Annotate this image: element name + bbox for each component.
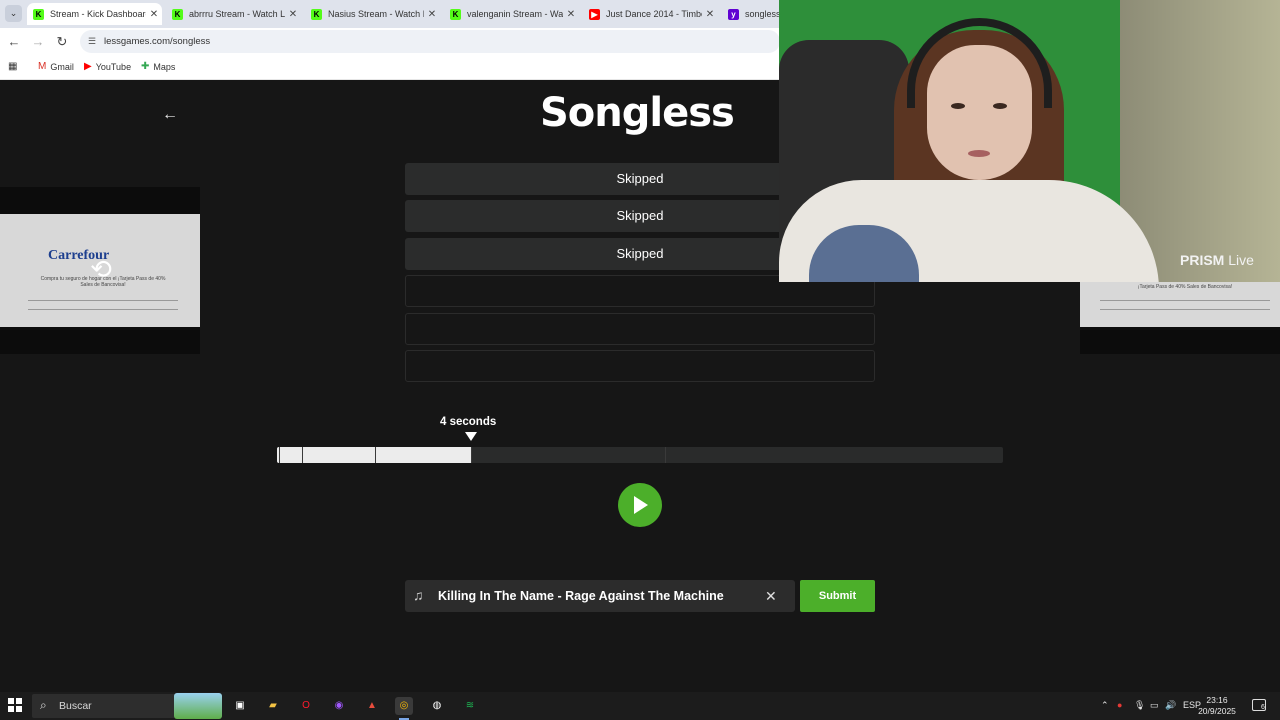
kick-icon: K	[33, 8, 44, 20]
close-tab-icon[interactable]: ✕	[702, 9, 718, 20]
prism-live-watermark: PRISM Live	[1180, 252, 1254, 268]
tab-title: Stream - Kick Dashboard	[50, 9, 146, 19]
ad-reload-icon[interactable]: ⟲	[87, 255, 115, 283]
webcam-overlay: PRISM Live	[779, 0, 1280, 282]
search-icon: ⌕	[40, 698, 47, 712]
ad-tagline: ¡Tarjeta Pass de 40% Sales de Bancovisa!	[1137, 284, 1233, 290]
ad-fine-print	[1100, 300, 1270, 310]
close-tab-icon[interactable]: ✕	[146, 9, 162, 20]
windows-start-icon[interactable]	[8, 698, 22, 712]
close-tab-icon[interactable]: ✕	[424, 9, 440, 20]
tab-nasius-stream[interactable]: K Nasius Stream - Watch Live on Kick ✕	[305, 3, 440, 25]
kick-icon: K	[450, 8, 461, 20]
play-button[interactable]	[618, 483, 662, 527]
submit-button[interactable]: Submit	[800, 580, 875, 612]
kick-icon: K	[172, 8, 183, 20]
tab-search-dropdown-icon[interactable]: ⌄	[5, 5, 22, 22]
notification-count: 6	[1261, 704, 1265, 711]
forward-icon[interactable]: →	[29, 33, 47, 51]
microphone-icon[interactable]: 🎙	[1134, 700, 1145, 711]
webcam-mouth	[968, 150, 990, 157]
tab-title: abrrru Stream - Watch Live on Kick	[189, 9, 285, 19]
tab-just-dance-timber[interactable]: ▶ Just Dance 2014 - Timber ✕	[583, 3, 718, 25]
windows-taskbar: ⌕ Buscar ▣ ▰ O ◉ ▲ ◎ ◍ ≋ ⌃ ● 🎙 ▭ 🔊 ESP 2…	[0, 692, 1280, 720]
clear-icon[interactable]: ✕	[765, 588, 777, 605]
clip-segment-divider	[375, 447, 376, 463]
gmail-icon: M	[38, 61, 47, 72]
app-icon[interactable]: ▲	[363, 697, 381, 715]
clip-segment-divider	[665, 447, 666, 463]
reload-icon[interactable]: ↻	[53, 33, 71, 51]
spotify-icon[interactable]: ≋	[461, 697, 479, 715]
clip-progress-track	[277, 447, 1003, 463]
chrome-icon[interactable]: ◎	[395, 697, 413, 720]
file-explorer-icon[interactable]: ▰	[264, 697, 282, 715]
clip-progress-fill	[277, 447, 471, 463]
tab-valenganin-stream[interactable]: K valenganin Stream - Watch Live on Kick…	[444, 3, 579, 25]
tab-abrrru-stream[interactable]: K abrrru Stream - Watch Live on Kick ✕	[166, 3, 301, 25]
obs-icon[interactable]: ◍	[428, 697, 446, 715]
apps-grid-icon[interactable]: ▦	[8, 61, 21, 72]
recording-icon[interactable]: ●	[1117, 700, 1122, 710]
headset-icon	[907, 18, 1052, 108]
play-icon	[634, 496, 648, 514]
ad-fine-print	[28, 300, 178, 310]
address-bar[interactable]: ☰ lessgames.com/songless	[80, 30, 780, 53]
chevron-up-icon[interactable]: ⌃	[1101, 700, 1109, 711]
music-note-icon: ♫	[413, 587, 424, 603]
back-icon[interactable]: ←	[5, 33, 23, 51]
answer-value: Killing In The Name - Rage Against The M…	[438, 589, 724, 603]
guess-row-empty	[405, 350, 875, 382]
kick-icon: K	[311, 8, 322, 20]
tab-title: songless game	[745, 9, 782, 19]
bookmark-youtube[interactable]: ▶ YouTube	[84, 61, 131, 72]
answer-input[interactable]: ♫ Killing In The Name - Rage Against The…	[405, 580, 795, 612]
songless-logo: Songless	[540, 90, 735, 136]
youtube-icon: ▶	[589, 8, 600, 20]
opera-icon[interactable]: O	[297, 697, 315, 715]
youtube-icon: ▶	[84, 61, 92, 72]
search-highlight-image[interactable]	[174, 693, 222, 719]
clip-segment-divider	[279, 447, 280, 463]
tab-title: valenganin Stream - Watch Live on Kick	[467, 9, 563, 19]
clip-length-label: 4 seconds	[440, 416, 497, 428]
url-text: lessgames.com/songless	[104, 36, 211, 47]
volume-icon[interactable]: 🔊	[1165, 700, 1176, 711]
search-placeholder: Buscar	[59, 700, 92, 712]
site-info-icon[interactable]: ☰	[88, 30, 96, 53]
tab-title: Nasius Stream - Watch Live on Kick	[328, 9, 424, 19]
close-tab-icon[interactable]: ✕	[563, 9, 579, 20]
guess-row-empty	[405, 313, 875, 345]
network-icon[interactable]: ▭	[1150, 700, 1159, 711]
clip-segment-divider	[471, 447, 472, 463]
messenger-icon[interactable]: ◉	[330, 697, 348, 715]
clock[interactable]: 23:16 20/9/2025	[1196, 695, 1238, 717]
close-tab-icon[interactable]: ✕	[285, 9, 301, 20]
bookmark-maps[interactable]: ✚ Maps	[141, 61, 175, 72]
maps-icon: ✚	[141, 61, 150, 72]
back-arrow-icon[interactable]: ←	[161, 106, 179, 124]
tab-kick-dashboard[interactable]: K Stream - Kick Dashboard ✕	[27, 3, 162, 25]
task-view-icon[interactable]: ▣	[231, 697, 249, 715]
bookmark-gmail[interactable]: M Gmail	[38, 61, 74, 72]
clip-position-marker	[465, 432, 477, 441]
tab-songless-game[interactable]: y songless game	[722, 3, 782, 25]
yahoo-icon: y	[728, 8, 739, 20]
tab-title: Just Dance 2014 - Timber	[606, 9, 702, 19]
clip-segment-divider	[302, 447, 303, 463]
